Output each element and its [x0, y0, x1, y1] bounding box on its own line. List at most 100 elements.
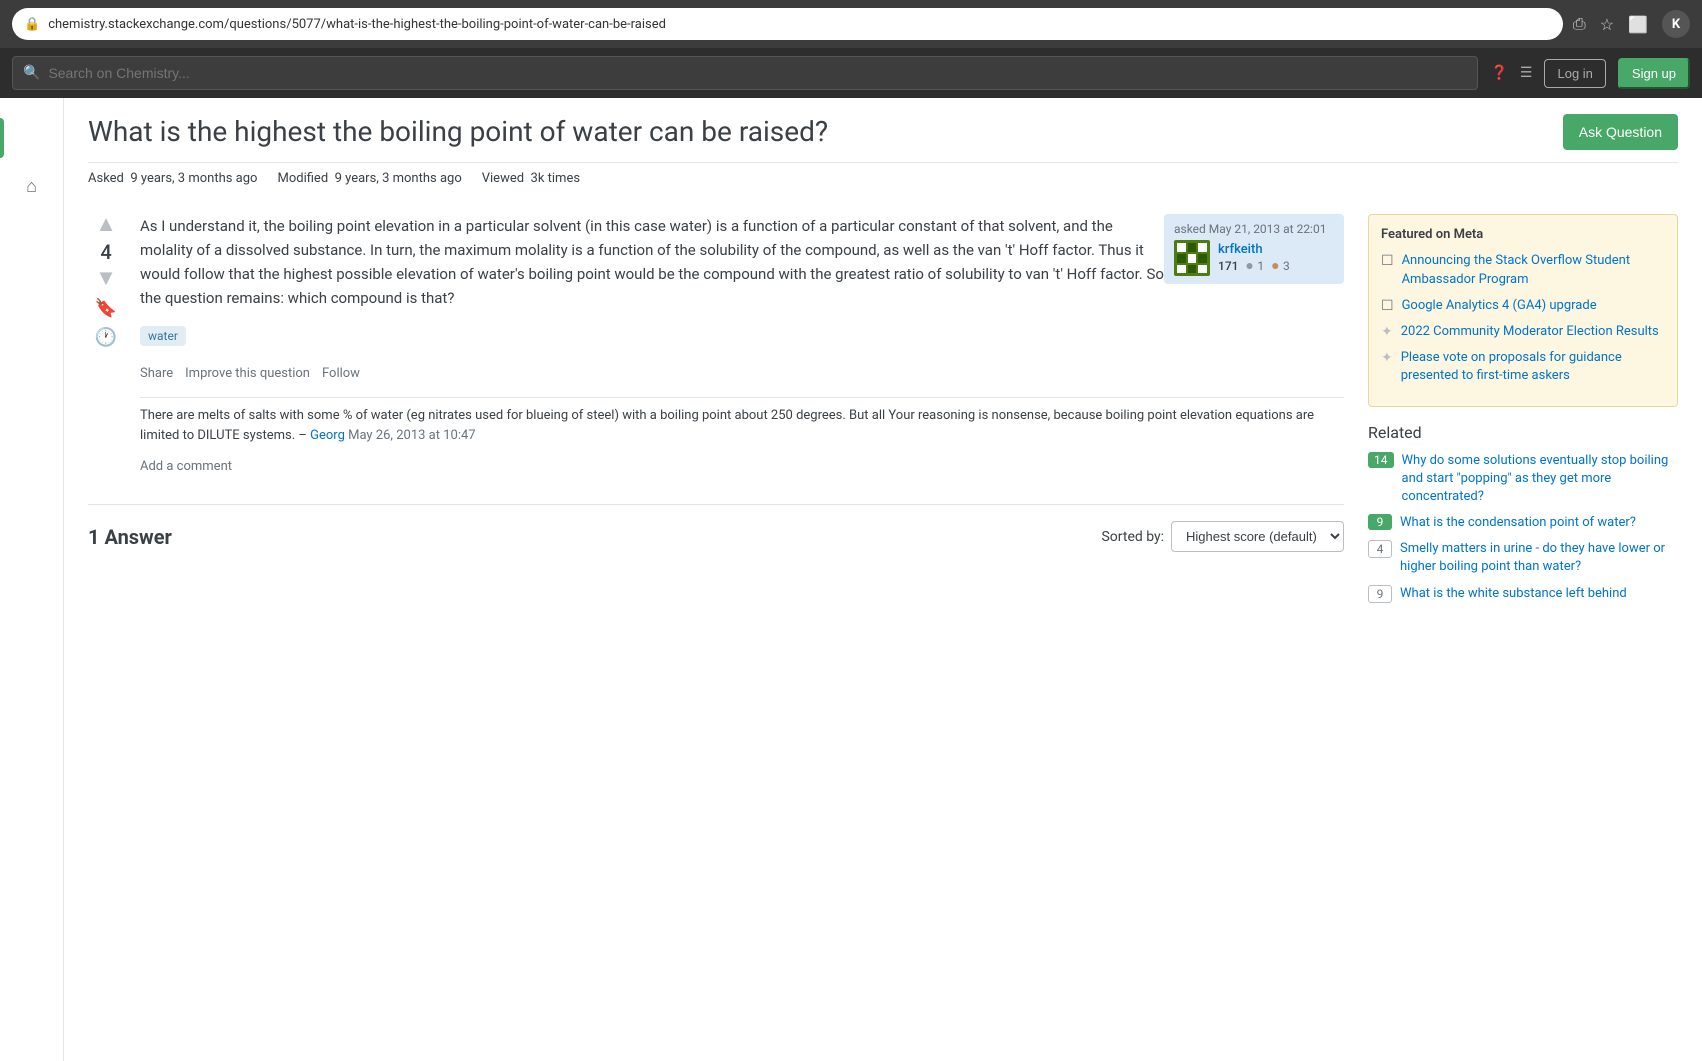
window-icon[interactable]: ⬜ [1628, 15, 1648, 34]
comment-date: May 26, 2013 at 10:47 [348, 428, 475, 443]
page-layout: ⌂ What is the highest the boiling point … [0, 98, 1702, 1061]
related-link-3[interactable]: Smelly matters in urine - do they have l… [1400, 540, 1678, 576]
history-button[interactable]: 🕐 [95, 327, 117, 348]
search-icon: 🔍 [23, 65, 40, 81]
question-post: ▲ 4 ▼ 🔖 🕐 asked May 21, 2013 at 22:01 [88, 214, 1344, 480]
tag-water[interactable]: water [140, 326, 186, 346]
bookmark-button[interactable]: 🔖 [95, 298, 117, 319]
featured-item-4: ✦ Please vote on proposals for guidance … [1381, 349, 1665, 385]
featured-item-2: ☐ Google Analytics 4 (GA4) upgrade [1381, 297, 1665, 315]
nav-icons: ❓ ☰ [1490, 65, 1532, 81]
related-score-1: 14 [1368, 452, 1394, 468]
login-button[interactable]: Log in [1544, 59, 1605, 88]
answer-count: 1 Answer [88, 525, 172, 549]
featured-icon-1: ☐ [1381, 253, 1394, 269]
viewed-meta: Viewed 3k times [482, 171, 580, 186]
viewed-value: 3k times [531, 171, 581, 186]
home-icon: ⌂ [26, 176, 37, 197]
share-icon[interactable]: ⎙ [1573, 14, 1586, 34]
featured-icon-4: ✦ [1381, 350, 1393, 366]
share-link[interactable]: Share [140, 366, 173, 381]
user-rep-badges: 171 ● 1 ● 3 [1218, 257, 1290, 274]
add-comment-button[interactable]: Add a comment [140, 453, 1344, 480]
asked-value: 9 years, 3 months ago [130, 171, 257, 186]
sort-select[interactable]: Highest score (default) [1171, 521, 1344, 552]
featured-link-4[interactable]: Please vote on proposals for guidance pr… [1401, 349, 1665, 385]
featured-icon-3: ✦ [1381, 324, 1393, 340]
improve-link[interactable]: Improve this question [185, 366, 310, 381]
viewed-label: Viewed [482, 171, 524, 186]
lock-icon: 🔒 [24, 17, 40, 32]
comment-author[interactable]: Georg [310, 428, 345, 443]
modified-value: 9 years, 3 months ago [335, 171, 462, 186]
post-actions: Share Improve this question Follow [140, 366, 1344, 381]
tags-area: water [140, 326, 1344, 354]
answer-section-header: 1 Answer Sorted by: Highest score (defau… [88, 504, 1344, 552]
related-link-1[interactable]: Why do some solutions eventually stop bo… [1402, 452, 1679, 507]
browser-avatar[interactable]: K [1662, 10, 1690, 38]
url-bar[interactable]: 🔒 chemistry.stackexchange.com/questions/… [12, 8, 1563, 40]
sort-area: Sorted by: Highest score (default) [1101, 521, 1344, 552]
silver-badge-count: 1 [1257, 259, 1264, 273]
follow-link[interactable]: Follow [322, 366, 360, 381]
related-score-3: 4 [1368, 540, 1392, 558]
featured-link-3[interactable]: 2022 Community Moderator Election Result… [1401, 323, 1659, 341]
ask-question-button[interactable]: Ask Question [1563, 114, 1678, 150]
avatar-cell-4 [1177, 254, 1186, 263]
featured-box: Featured on Meta ☐ Announcing the Stack … [1368, 214, 1678, 406]
right-sidebar: Featured on Meta ☐ Announcing the Stack … [1368, 214, 1678, 618]
featured-title: Featured on Meta [1381, 227, 1665, 242]
search-input[interactable] [48, 65, 1467, 81]
main-content: What is the highest the boiling point of… [64, 98, 1702, 1061]
featured-item-3: ✦ 2022 Community Moderator Election Resu… [1381, 323, 1665, 341]
bronze-badge-count: 3 [1283, 259, 1290, 273]
modified-meta: Modified 9 years, 3 months ago [277, 171, 461, 186]
featured-link-1[interactable]: Announcing the Stack Overflow Student Am… [1402, 252, 1665, 288]
question-meta: Asked 9 years, 3 months ago Modified 9 y… [88, 171, 1678, 198]
sort-label: Sorted by: [1101, 529, 1164, 545]
post-body: asked May 21, 2013 at 22:01 [140, 214, 1344, 480]
user-avatar [1174, 240, 1210, 276]
avatar-cell-1 [1177, 243, 1186, 252]
avatar-cell-5 [1188, 254, 1197, 263]
sidebar-accent [0, 118, 4, 158]
question-header: What is the highest the boiling point of… [88, 114, 1678, 163]
help-icon[interactable]: ❓ [1490, 65, 1507, 81]
vote-down-button[interactable]: ▼ [95, 268, 117, 290]
related-box: Related 14 Why do some solutions eventua… [1368, 423, 1678, 603]
related-link-2[interactable]: What is the condensation point of water? [1400, 514, 1636, 532]
question-main: ▲ 4 ▼ 🔖 🕐 asked May 21, 2013 at 22:01 [88, 214, 1344, 618]
featured-link-2[interactable]: Google Analytics 4 (GA4) upgrade [1402, 297, 1597, 315]
related-score-2: 9 [1368, 514, 1392, 530]
avatar-cell-7 [1177, 265, 1186, 274]
user-name[interactable]: krfkeith [1218, 242, 1290, 257]
related-item-2: 9 What is the condensation point of wate… [1368, 514, 1678, 532]
modified-label: Modified [277, 171, 328, 186]
avatar-cell-8 [1188, 265, 1197, 274]
related-title: Related [1368, 423, 1678, 442]
featured-icon-2: ☐ [1381, 298, 1394, 314]
comment-1: There are melts of salts with some % of … [140, 397, 1344, 453]
vote-cell: ▲ 4 ▼ 🔖 🕐 [88, 214, 124, 480]
sidebar-item-home[interactable]: ⌂ [0, 168, 63, 205]
signup-button[interactable]: Sign up [1618, 58, 1690, 89]
bronze-badge-icon: ● [1271, 258, 1279, 274]
asked-label: Asked [88, 171, 124, 186]
question-title: What is the highest the boiling point of… [88, 114, 828, 150]
browser-chrome: 🔒 chemistry.stackexchange.com/questions/… [0, 0, 1702, 48]
featured-item-1: ☐ Announcing the Stack Overflow Student … [1381, 252, 1665, 288]
url-text: chemistry.stackexchange.com/questions/50… [48, 17, 666, 32]
related-link-4[interactable]: What is the white substance left behind [1400, 585, 1627, 603]
related-item-3: 4 Smelly matters in urine - do they have… [1368, 540, 1678, 576]
user-rep: 171 [1218, 259, 1238, 273]
avatar-cell-2 [1188, 243, 1197, 252]
related-score-4: 9 [1368, 585, 1392, 603]
avatar-cell-6 [1198, 254, 1207, 263]
star-icon[interactable]: ☆ [1600, 15, 1614, 34]
top-nav: 🔍 ❓ ☰ Log in Sign up [0, 48, 1702, 98]
vote-up-button[interactable]: ▲ [95, 214, 117, 236]
user-card-meta: asked May 21, 2013 at 22:01 [1174, 222, 1334, 236]
search-bar[interactable]: 🔍 [12, 56, 1478, 90]
sidebar-nav: ⌂ [0, 158, 63, 215]
menu-icon[interactable]: ☰ [1520, 65, 1533, 81]
